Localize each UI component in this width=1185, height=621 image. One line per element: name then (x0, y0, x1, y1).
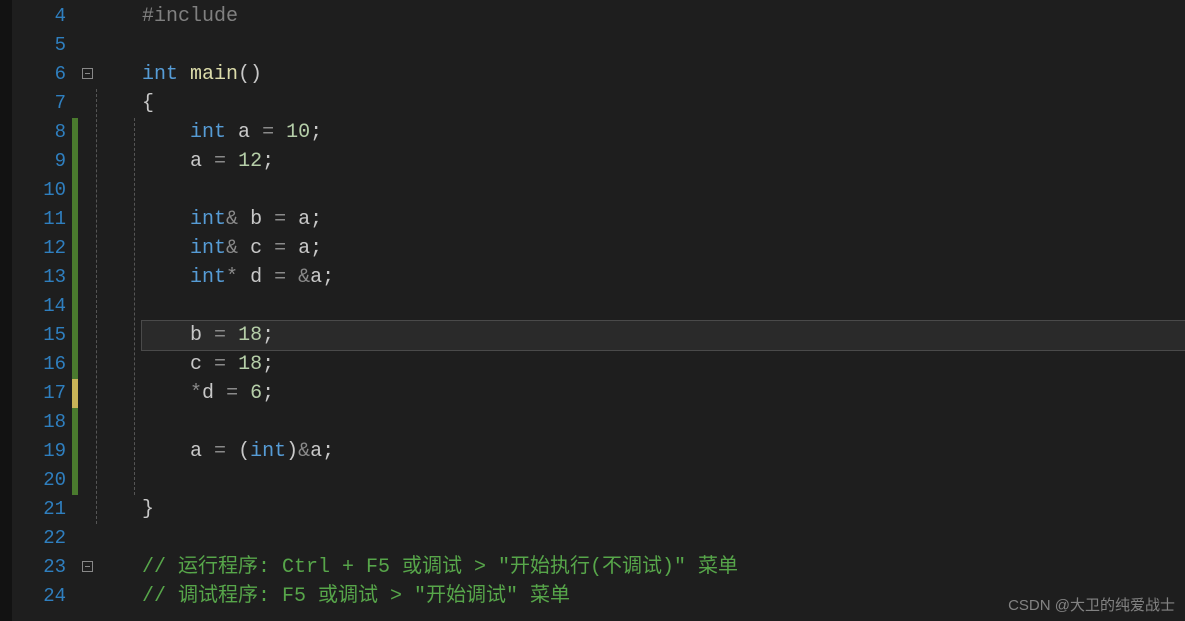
code-line[interactable]: int& b = a; (142, 205, 1185, 234)
code-line[interactable]: c = 18; (142, 350, 1185, 379)
line-number[interactable]: 6 (12, 60, 72, 89)
line-number[interactable]: 16 (12, 350, 72, 379)
code-line[interactable]: int main() (142, 60, 1185, 89)
code-line[interactable]: { (142, 89, 1185, 118)
line-number[interactable]: 4 (12, 2, 72, 31)
line-number[interactable]: 10 (12, 176, 72, 205)
line-number[interactable]: 19 (12, 437, 72, 466)
code-line[interactable] (142, 408, 1185, 437)
line-number[interactable]: 18 (12, 408, 72, 437)
line-number[interactable]: 11 (12, 205, 72, 234)
code-line[interactable]: // 调试程序: F5 或调试 > "开始调试" 菜单 (142, 582, 1185, 611)
code-editor[interactable]: 456789101112131415161718192021222324 #in… (0, 0, 1185, 621)
code-line[interactable]: int* d = &a; (142, 263, 1185, 292)
code-line[interactable]: a = 12; (142, 147, 1185, 176)
line-number[interactable]: 22 (12, 524, 72, 553)
line-number[interactable]: 5 (12, 31, 72, 60)
code-line[interactable]: a = (int)&a; (142, 437, 1185, 466)
fold-toggle-icon[interactable] (82, 68, 93, 79)
line-number[interactable]: 17 (12, 379, 72, 408)
code-line[interactable] (142, 466, 1185, 495)
line-number[interactable]: 12 (12, 234, 72, 263)
line-number[interactable]: 9 (12, 147, 72, 176)
breakpoint-strip[interactable] (0, 0, 12, 621)
code-line[interactable] (142, 31, 1185, 60)
code-line[interactable]: } (142, 495, 1185, 524)
marker-column (72, 0, 142, 621)
diff-marker (72, 379, 78, 408)
line-number[interactable]: 21 (12, 495, 72, 524)
code-line[interactable] (142, 176, 1185, 205)
code-area[interactable]: #include int main(){ int a = 10; a = 12;… (142, 0, 1185, 621)
line-number[interactable]: 20 (12, 466, 72, 495)
line-number[interactable]: 15 (12, 321, 72, 350)
diff-marker (72, 408, 78, 495)
code-line[interactable]: #include (142, 2, 1185, 31)
diff-marker (72, 118, 78, 379)
code-line[interactable]: *d = 6; (142, 379, 1185, 408)
line-number[interactable]: 14 (12, 292, 72, 321)
code-line[interactable] (142, 524, 1185, 553)
line-number-gutter[interactable]: 456789101112131415161718192021222324 (12, 0, 72, 621)
code-line[interactable]: // 运行程序: Ctrl + F5 或调试 > "开始执行(不调试)" 菜单 (142, 553, 1185, 582)
code-line[interactable]: b = 18; (142, 321, 1185, 350)
line-number[interactable]: 23 (12, 553, 72, 582)
line-number[interactable]: 13 (12, 263, 72, 292)
code-line[interactable]: int& c = a; (142, 234, 1185, 263)
line-number[interactable]: 7 (12, 89, 72, 118)
line-number[interactable]: 8 (12, 118, 72, 147)
line-number[interactable]: 24 (12, 582, 72, 611)
fold-toggle-icon[interactable] (82, 561, 93, 572)
code-line[interactable] (142, 292, 1185, 321)
code-line[interactable]: int a = 10; (142, 118, 1185, 147)
